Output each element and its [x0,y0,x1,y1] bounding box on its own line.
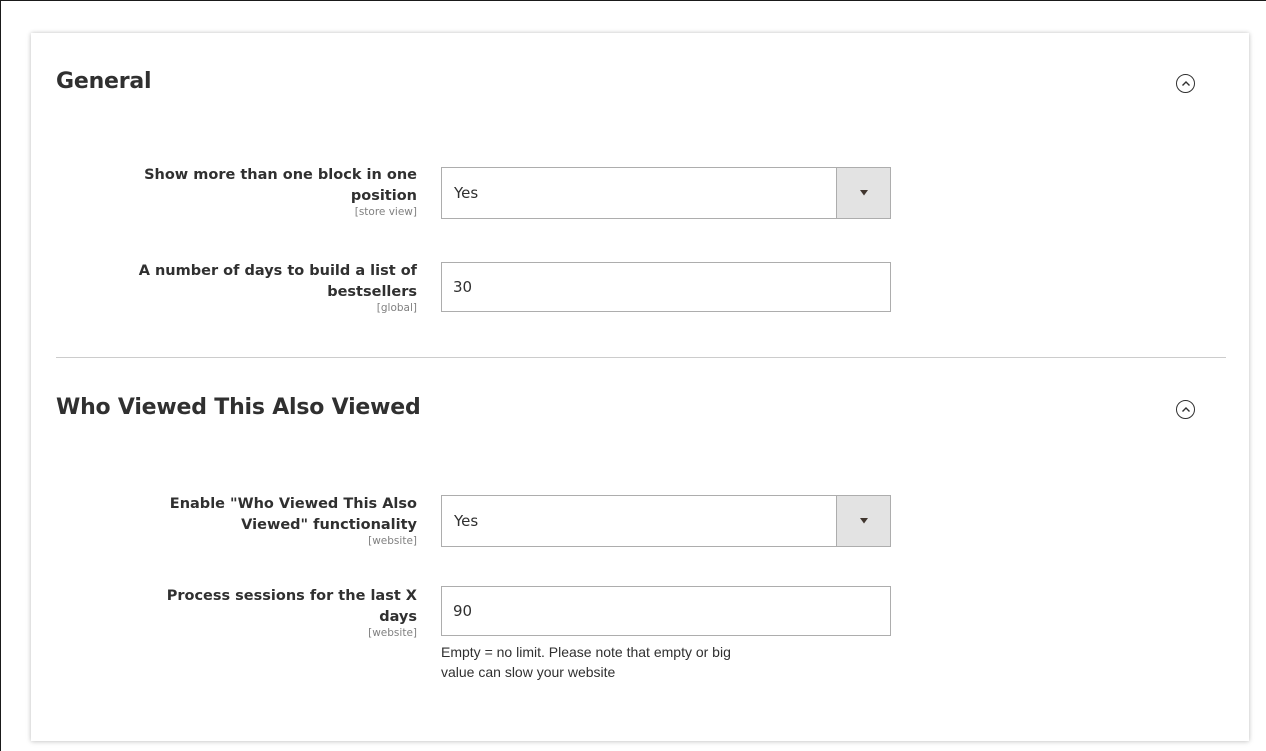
scope-label: [website] [368,535,417,547]
caret-down-icon [859,190,868,196]
section-title-who-viewed[interactable]: Who Viewed This Also Viewed [56,395,421,420]
select-value: Yes [454,512,479,530]
dropdown-arrow-button[interactable] [836,168,890,218]
field-label-line: Viewed" functionality [241,517,417,533]
config-panel: General Show more than one block in one … [31,33,1249,741]
chevron-up-circle-icon[interactable] [1176,74,1195,93]
process-sessions-input[interactable] [441,586,891,636]
field-note: Empty = no limit. Please note that empty… [441,642,901,682]
field-label-line: A number of days to build a list of [138,263,417,279]
field-label-line: Process sessions for the last X [166,588,417,604]
select-value: Yes [454,184,479,202]
field-label-enable-who-viewed: Enable "Who Viewed This Also Viewed" fun… [31,494,417,547]
note-line: Empty = no limit. Please note that empty… [441,644,731,660]
field-label-line: days [379,609,417,625]
scope-label: [store view] [354,206,417,218]
field-label-process-sessions: Process sessions for the last X days [we… [31,586,417,639]
multiple-blocks-select[interactable]: Yes [441,167,891,219]
scope-label: [global] [376,302,417,314]
bestseller-days-input[interactable] [441,262,891,312]
field-label-line: bestsellers [327,284,417,300]
field-label-line: position [350,188,417,204]
caret-down-icon [859,518,868,524]
dropdown-arrow-button[interactable] [836,496,890,546]
enable-who-viewed-select[interactable]: Yes [441,495,891,547]
field-label-line: Enable "Who Viewed This Also [169,496,417,512]
field-label-bestseller-days: A number of days to build a list of best… [31,261,417,314]
window-frame: General Show more than one block in one … [0,0,1266,751]
field-label-multiple-blocks: Show more than one block in one position… [31,165,417,218]
note-line: value can slow your website [441,664,616,680]
scope-label: [website] [368,627,417,639]
chevron-up-circle-icon[interactable] [1176,400,1195,419]
section-divider [56,357,1226,358]
field-label-line: Show more than one block in one [144,167,417,183]
section-title-general[interactable]: General [56,69,152,94]
